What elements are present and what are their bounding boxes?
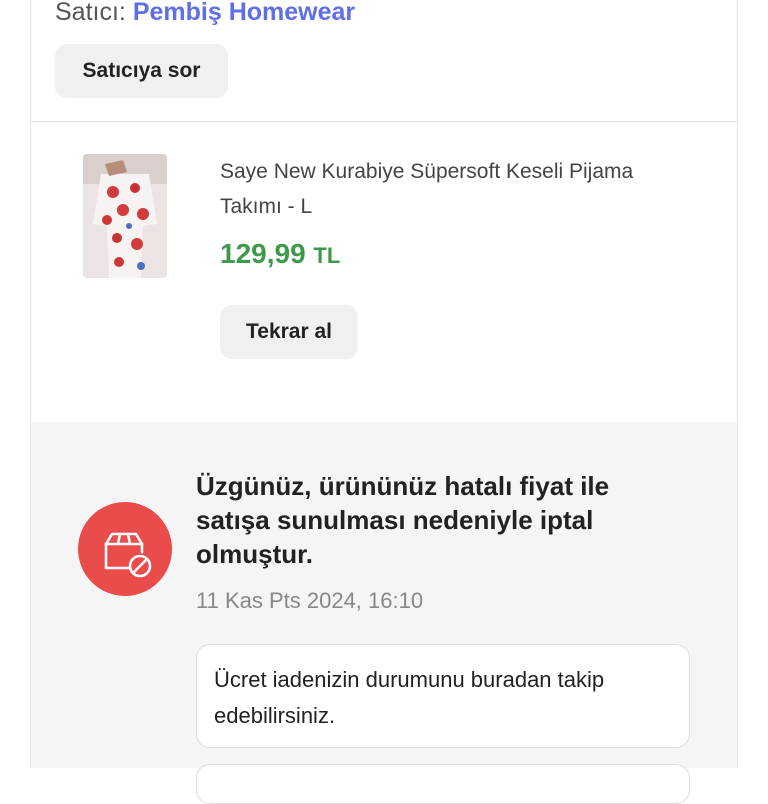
next-info-box[interactable] xyxy=(196,764,690,804)
seller-name-link[interactable]: Pembiş Homewear xyxy=(133,0,355,26)
buy-again-button[interactable]: Tekrar al xyxy=(220,305,358,359)
price-amount: 129,99 xyxy=(220,238,306,269)
product-name[interactable]: Saye New Kurabiye Süpersoft Keseli Pijam… xyxy=(220,154,700,224)
product-image-icon xyxy=(83,154,167,278)
refund-status-link[interactable]: Ücret iadenizin durumunu buradan takip e… xyxy=(196,644,690,748)
order-item-card: Satıcı: Pembiş Homewear Satıcıya sor Say… xyxy=(30,0,738,804)
product-price: 129,99 TL xyxy=(220,238,340,270)
cancellation-title: Üzgünüz, ürününüz hatalı fiyat ile satış… xyxy=(196,471,610,569)
section-divider xyxy=(31,121,737,122)
seller-label: Satıcı: xyxy=(55,0,126,26)
seller-line: Satıcı: Pembiş Homewear xyxy=(55,0,355,28)
cancelled-box-icon xyxy=(78,502,172,596)
price-currency: TL xyxy=(313,243,341,268)
cancelled-box-svg xyxy=(104,532,152,578)
ask-seller-button[interactable]: Satıcıya sor xyxy=(55,44,228,98)
product-thumbnail[interactable] xyxy=(83,154,167,278)
cancellation-date: 11 Kas Pts 2024, 16:10 xyxy=(196,588,424,613)
cancellation-notice: Üzgünüz, ürününüz hatalı fiyat ile satış… xyxy=(31,422,737,804)
